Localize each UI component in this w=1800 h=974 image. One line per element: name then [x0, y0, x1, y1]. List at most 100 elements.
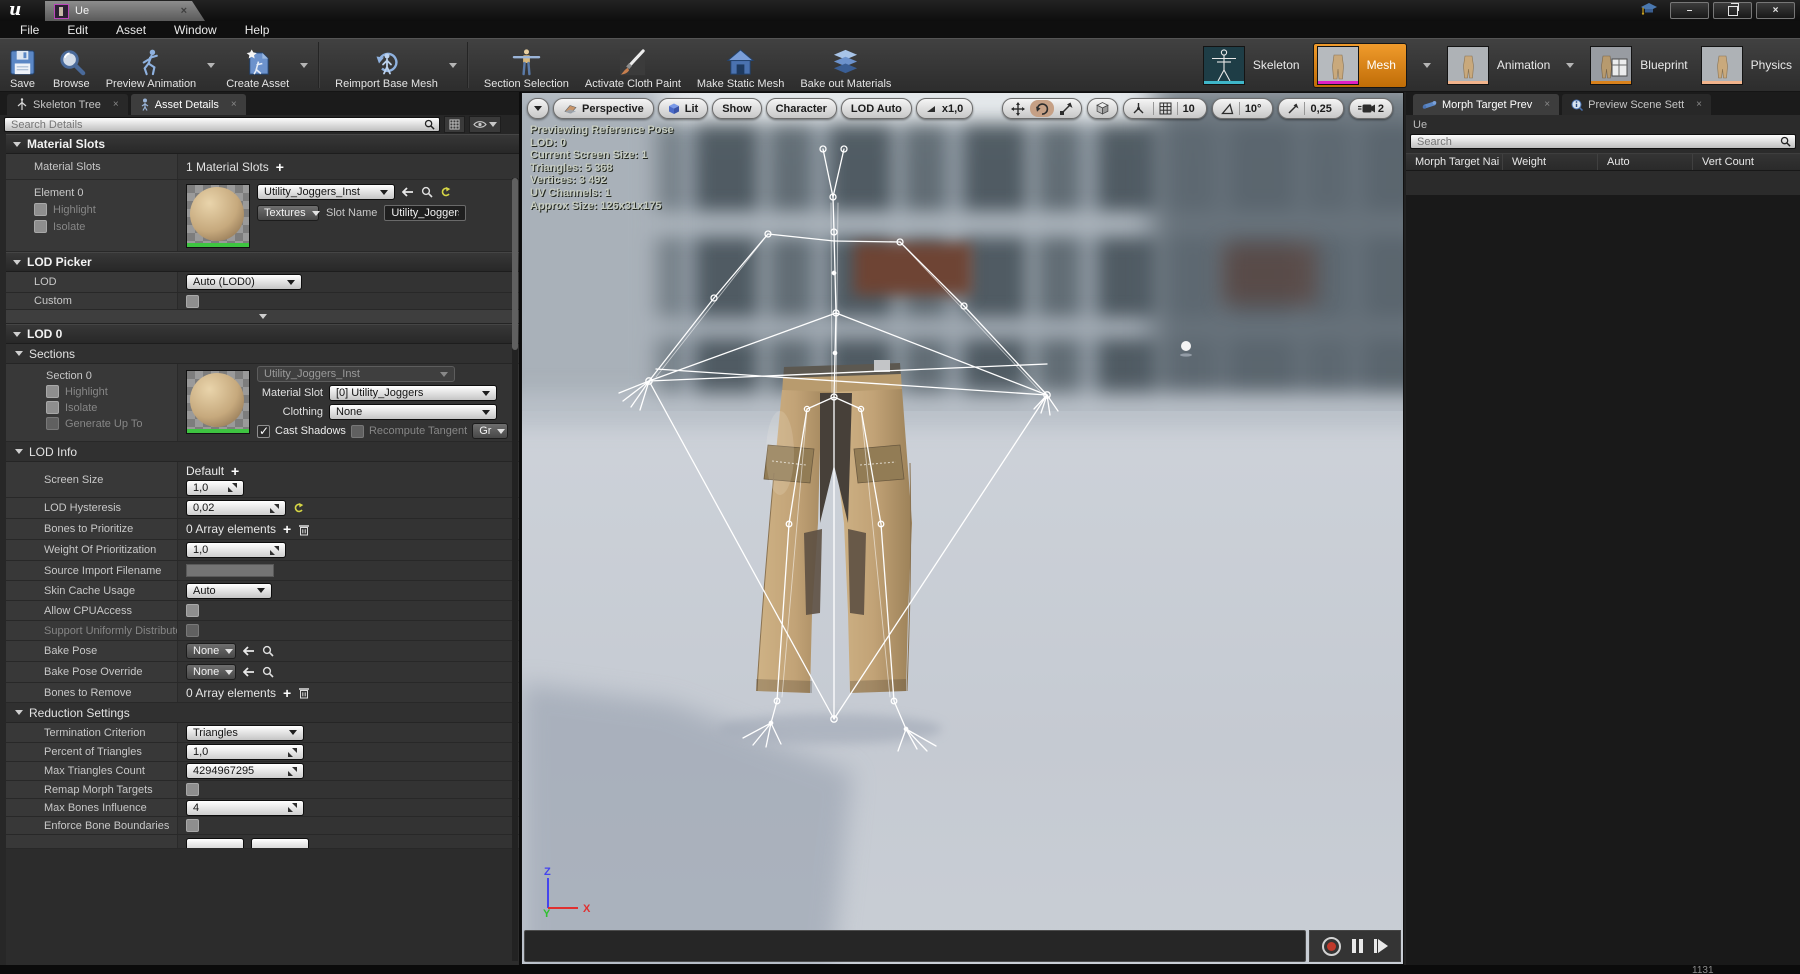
clipped-widget[interactable] — [251, 838, 309, 848]
create-asset-button[interactable]: Create Asset — [218, 39, 297, 91]
details-scrollbar[interactable] — [512, 178, 518, 961]
mode-tab-blueprint[interactable]: Blueprint — [1590, 45, 1688, 85]
lod-hysteresis-spinner[interactable]: 0,02 — [186, 500, 286, 516]
generate-up-to-checkbox[interactable] — [46, 417, 59, 430]
menu-window[interactable]: Window — [160, 23, 231, 37]
category-lod-picker[interactable]: LOD Picker — [6, 252, 519, 272]
details-scrollbar-thumb[interactable] — [512, 178, 518, 350]
tab-asset-details-close-icon[interactable]: × — [231, 99, 237, 110]
support-uniformly-checkbox[interactable] — [186, 624, 199, 637]
document-tab[interactable]: Ue × — [45, 1, 205, 21]
details-search-box[interactable] — [4, 117, 440, 132]
snap-axis-button[interactable] — [1127, 100, 1153, 117]
mesh-dropdown-icon[interactable] — [1422, 62, 1431, 68]
menu-asset[interactable]: Asset — [102, 23, 160, 37]
max-triangles-count-spinner[interactable]: 4294967295 — [186, 763, 304, 779]
view-options-button[interactable] — [469, 116, 501, 133]
subcategory-lod-info[interactable]: LOD Info — [6, 442, 519, 462]
translate-tool-button[interactable] — [1006, 100, 1030, 117]
animation-dropdown-icon[interactable] — [1566, 62, 1575, 68]
angle-snap-value-button[interactable]: 10° — [1240, 100, 1270, 117]
show-button[interactable]: Show — [712, 98, 762, 119]
max-bones-influence-spinner[interactable]: 4 — [186, 799, 304, 816]
mode-tab-skeleton[interactable]: Skeleton — [1202, 45, 1300, 85]
preview-mesh[interactable] — [522, 93, 1404, 965]
use-selected-arrow-icon[interactable] — [243, 646, 255, 656]
tab-preview-scene-settings[interactable]: Preview Scene Sett × — [1562, 94, 1711, 115]
close-button[interactable]: × — [1756, 2, 1795, 19]
reimport-base-mesh-button[interactable]: Reimport Base Mesh — [327, 39, 446, 91]
bake-out-materials-button[interactable]: Bake out Materials — [792, 39, 899, 91]
column-weight[interactable]: Weight — [1502, 154, 1597, 170]
source-import-filename-field[interactable] — [186, 564, 274, 577]
lit-button[interactable]: Lit — [657, 98, 709, 119]
section-material-instance-dropdown[interactable]: Utility_Joggers_Inst — [257, 366, 455, 382]
perspective-button[interactable]: Perspective — [553, 98, 654, 119]
section-selection-button[interactable]: Section Selection — [476, 39, 577, 91]
enforce-bone-boundaries-checkbox[interactable] — [186, 819, 199, 832]
angle-snap-toggle[interactable] — [1216, 100, 1239, 117]
add-material-slot-icon[interactable]: + — [276, 160, 284, 174]
tab-skeleton-tree-close-icon[interactable]: × — [113, 99, 119, 110]
material-preview-thumbnail[interactable] — [186, 184, 250, 248]
subcategory-sections[interactable]: Sections — [6, 344, 519, 364]
tab-asset-details[interactable]: Asset Details × — [130, 94, 246, 115]
browse-button[interactable]: Browse — [45, 39, 98, 91]
tab-preview-scene-close-icon[interactable]: × — [1696, 99, 1702, 110]
cast-shadows-checkbox[interactable] — [257, 424, 270, 438]
character-button[interactable]: Character — [765, 98, 837, 119]
recompute-tangent-checkbox[interactable] — [350, 424, 364, 438]
preview-viewport[interactable]: Perspective Lit Show Character LOD Auto … — [521, 92, 1404, 965]
scale-tool-button[interactable] — [1054, 100, 1078, 117]
tangent-mode-dropdown[interactable]: Gr — [472, 423, 509, 439]
create-asset-dropdown-icon[interactable] — [300, 62, 309, 68]
mode-tab-physics[interactable]: Physics — [1700, 45, 1792, 85]
textures-dropdown[interactable]: Textures — [257, 205, 320, 221]
timeline-scrub-bar[interactable] — [524, 930, 1306, 962]
tab-morph-target-preview[interactable]: Morph Target Prev × — [1413, 94, 1560, 115]
mode-tab-mesh[interactable]: Mesh — [1312, 42, 1407, 88]
scale-snap-value-button[interactable]: 0,25 — [1305, 100, 1339, 117]
minimize-button[interactable]: – — [1670, 2, 1709, 19]
morph-search-box[interactable] — [1410, 134, 1796, 149]
preview-animation-dropdown-icon[interactable] — [207, 62, 216, 68]
highlight-checkbox[interactable] — [34, 203, 47, 216]
playback-speed-button[interactable]: x1,0 — [915, 98, 974, 119]
trash-icon[interactable] — [298, 686, 310, 699]
viewport-options-button[interactable] — [527, 98, 549, 119]
menu-help[interactable]: Help — [231, 23, 284, 37]
bake-pose-dropdown[interactable]: None — [186, 643, 236, 659]
save-button[interactable]: Save — [0, 39, 45, 91]
category-material-slots[interactable]: Material Slots — [6, 134, 519, 154]
termination-criterion-dropdown[interactable]: Triangles — [186, 724, 304, 741]
browse-to-asset-icon[interactable] — [262, 645, 274, 657]
custom-checkbox[interactable] — [186, 294, 199, 308]
tab-morph-close-icon[interactable]: × — [1544, 99, 1550, 110]
category-lod0[interactable]: LOD 0 — [6, 324, 519, 344]
screen-size-spinner[interactable]: 1,0 — [186, 479, 244, 496]
isolate-checkbox[interactable] — [34, 220, 47, 233]
allow-cpuaccess-checkbox[interactable] — [186, 604, 199, 617]
scale-snap-toggle[interactable] — [1282, 100, 1304, 117]
weight-of-prioritization-spinner[interactable]: 1,0 — [186, 542, 286, 558]
section-material-thumbnail[interactable] — [186, 370, 250, 434]
details-expander-strip[interactable] — [6, 310, 519, 324]
rotate-tool-button[interactable] — [1029, 100, 1054, 117]
clothing-dropdown[interactable]: None — [329, 404, 497, 420]
reset-to-default-icon[interactable] — [293, 502, 304, 514]
subcategory-reduction-settings[interactable]: Reduction Settings — [6, 703, 519, 723]
pause-button[interactable] — [1352, 939, 1363, 953]
lod-dropdown[interactable]: Auto (LOD0) — [186, 274, 302, 290]
grid-snap-value-button[interactable]: 10 — [1178, 100, 1203, 117]
lod-auto-button[interactable]: LOD Auto — [840, 98, 912, 119]
property-matrix-button[interactable] — [444, 116, 465, 133]
column-auto[interactable]: Auto — [1597, 154, 1692, 170]
column-vert-count[interactable]: Vert Count — [1692, 154, 1800, 170]
use-selected-arrow-icon[interactable] — [402, 187, 414, 197]
morph-search-input[interactable] — [1415, 134, 1780, 149]
details-search-input[interactable] — [9, 117, 424, 132]
clipped-widget[interactable] — [186, 838, 244, 848]
menu-edit[interactable]: Edit — [53, 23, 102, 37]
skin-cache-usage-dropdown[interactable]: Auto — [186, 582, 272, 599]
trash-icon[interactable] — [298, 523, 310, 536]
